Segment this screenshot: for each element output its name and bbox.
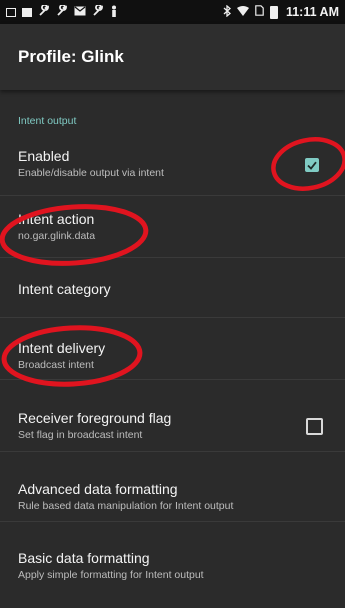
pref-intent-delivery-summary: Broadcast intent — [18, 359, 94, 371]
checkmark-icon — [307, 161, 317, 170]
pref-basic-formatting-title: Basic data formatting — [18, 550, 150, 566]
pref-intent-category-title: Intent category — [18, 281, 111, 297]
wrench-icon — [56, 3, 68, 20]
status-time: 11:11 AM — [285, 5, 339, 19]
receiver-foreground-checkbox[interactable] — [306, 418, 323, 435]
pref-intent-delivery[interactable]: Intent delivery Broadcast intent — [0, 317, 345, 379]
wrench-icon — [38, 3, 50, 20]
pref-receiver-foreground-summary: Set flag in broadcast intent — [18, 429, 143, 441]
pref-receiver-foreground-title: Receiver foreground flag — [18, 410, 172, 426]
wrench-icon — [92, 3, 104, 20]
mail-icon — [74, 5, 86, 19]
pref-basic-formatting-summary: Apply simple formatting for Intent outpu… — [18, 569, 204, 581]
person-icon — [110, 5, 118, 20]
battery-icon — [269, 5, 278, 19]
pref-intent-action[interactable]: Intent action no.gar.glink.data — [0, 195, 345, 257]
app-bar: Profile: Glink — [0, 24, 345, 90]
status-bar: 11:11 AM — [0, 0, 345, 24]
section-header-intent-output: Intent output — [18, 115, 77, 127]
pref-basic-formatting[interactable]: Basic data formatting Apply simple forma… — [0, 521, 345, 608]
status-notifications — [6, 3, 118, 20]
pref-advanced-formatting-summary: Rule based data manipulation for Intent … — [18, 500, 234, 512]
pref-intent-category[interactable]: Intent category — [0, 257, 345, 317]
status-system: 11:11 AM — [223, 4, 339, 20]
pref-receiver-foreground[interactable]: Receiver foreground flag Set flag in bro… — [0, 379, 345, 451]
image-icon — [22, 7, 32, 17]
pref-enabled-title: Enabled — [18, 148, 70, 164]
pref-advanced-formatting[interactable]: Advanced data formatting Rule based data… — [0, 451, 345, 521]
pref-intent-delivery-title: Intent delivery — [18, 340, 106, 356]
sim-icon — [255, 5, 264, 19]
page-title: Profile: Glink — [18, 47, 124, 66]
pref-advanced-formatting-title: Advanced data formatting — [18, 481, 178, 497]
bluetooth-icon — [223, 4, 231, 20]
pref-intent-action-summary: no.gar.glink.data — [18, 230, 96, 242]
pref-enabled-summary: Enable/disable output via intent — [18, 167, 164, 179]
pref-enabled[interactable]: Enabled Enable/disable output via intent — [0, 137, 345, 195]
enabled-checkbox[interactable] — [305, 158, 319, 172]
wifi-icon — [236, 5, 249, 19]
pref-intent-action-title: Intent action — [18, 211, 95, 227]
notification-icon — [6, 7, 16, 17]
